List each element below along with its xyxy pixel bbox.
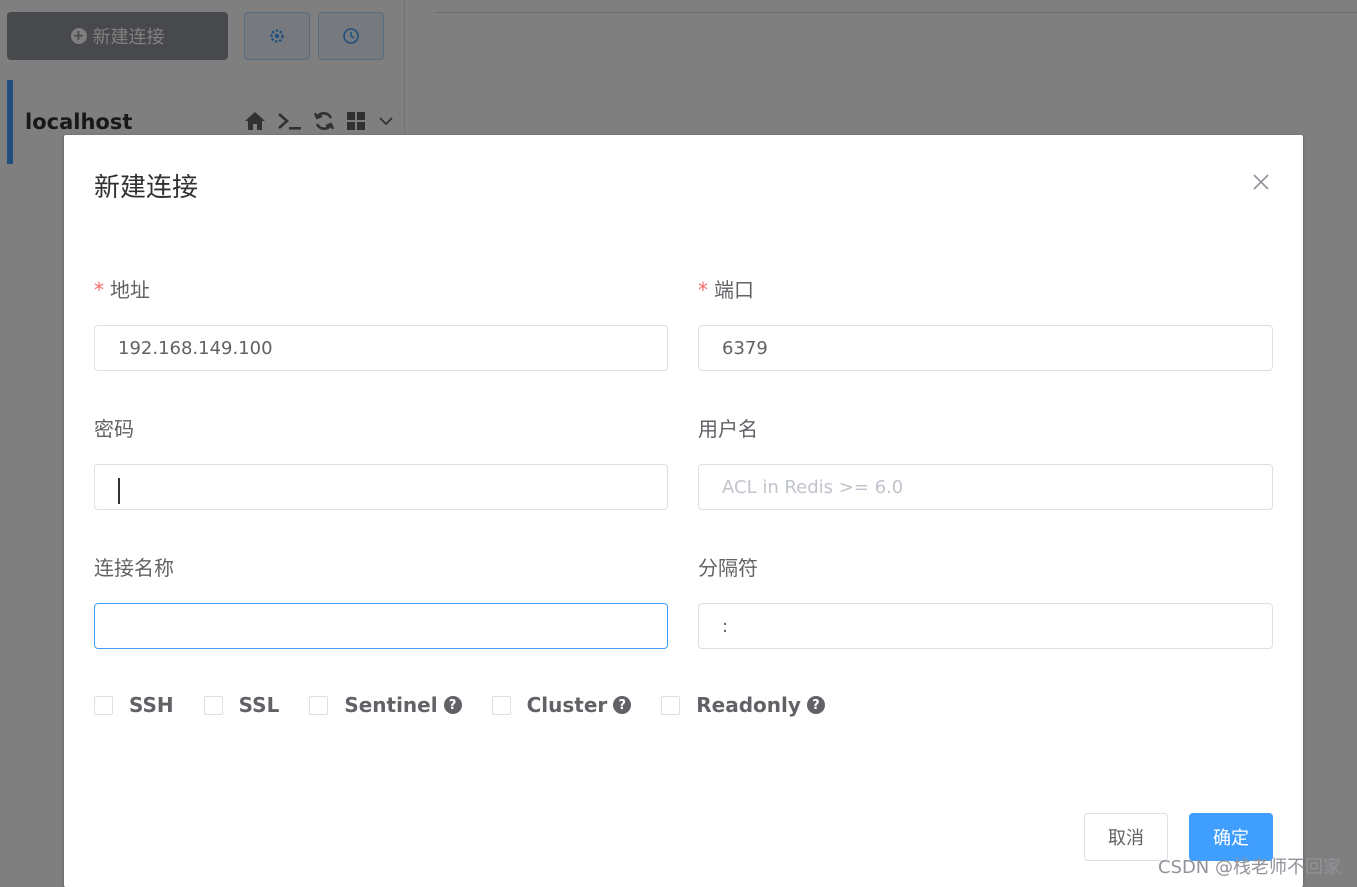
port-label: * 端口 [698, 274, 754, 303]
checkbox-box[interactable] [491, 695, 511, 715]
ssh-label: SSH [129, 693, 174, 717]
new-connection-dialog: 新建连接 *地址 *端口 密码 用户名 连接名称 分隔符 SSH SSL [64, 135, 1303, 887]
connection-name-input[interactable] [94, 603, 668, 649]
ssl-label: SSL [238, 693, 280, 717]
watermark: CSDN @栈老师不回家 [1157, 857, 1341, 878]
connection-name-label: 连接名称 [94, 556, 174, 580]
separator-label: 分隔符 [698, 556, 758, 580]
username-input[interactable] [698, 464, 1273, 510]
checkbox-box[interactable] [203, 695, 223, 715]
password-input[interactable] [94, 464, 668, 510]
sentinel-label: Sentinel [344, 693, 438, 717]
address-input[interactable] [94, 325, 668, 371]
cluster-checkbox[interactable]: Cluster ? [491, 693, 632, 717]
sentinel-checkbox[interactable]: Sentinel ? [309, 693, 462, 717]
port-label-text: 端口 [714, 278, 754, 302]
question-circle-icon[interactable]: ? [806, 696, 825, 714]
text-cursor [118, 478, 120, 504]
dialog-title: 新建连接 [94, 173, 199, 203]
ssh-checkbox[interactable]: SSH [94, 693, 174, 717]
close-icon [1253, 174, 1269, 190]
address-label-text: 地址 [110, 278, 150, 302]
required-mark: * [94, 278, 104, 302]
cluster-label: Cluster [526, 693, 608, 717]
ssl-checkbox[interactable]: SSL [203, 693, 280, 717]
address-label: * 地址 [94, 274, 150, 303]
separator-input[interactable] [698, 603, 1273, 649]
checkbox-box[interactable] [309, 695, 329, 715]
connection-options: SSH SSL Sentinel ? Cluster ? Readonly ? [94, 691, 855, 719]
question-circle-icon[interactable]: ? [613, 696, 632, 714]
checkbox-box[interactable] [661, 695, 681, 715]
readonly-checkbox[interactable]: Readonly ? [661, 693, 825, 717]
question-circle-icon[interactable]: ? [443, 696, 462, 714]
checkbox-box[interactable] [94, 695, 113, 715]
readonly-label: Readonly [696, 693, 801, 717]
close-button[interactable] [1250, 171, 1272, 193]
required-mark: * [698, 278, 708, 302]
username-label: 用户名 [698, 417, 758, 441]
port-input[interactable] [698, 325, 1273, 371]
password-label: 密码 [94, 417, 134, 441]
cancel-button[interactable]: 取消 [1084, 813, 1168, 861]
